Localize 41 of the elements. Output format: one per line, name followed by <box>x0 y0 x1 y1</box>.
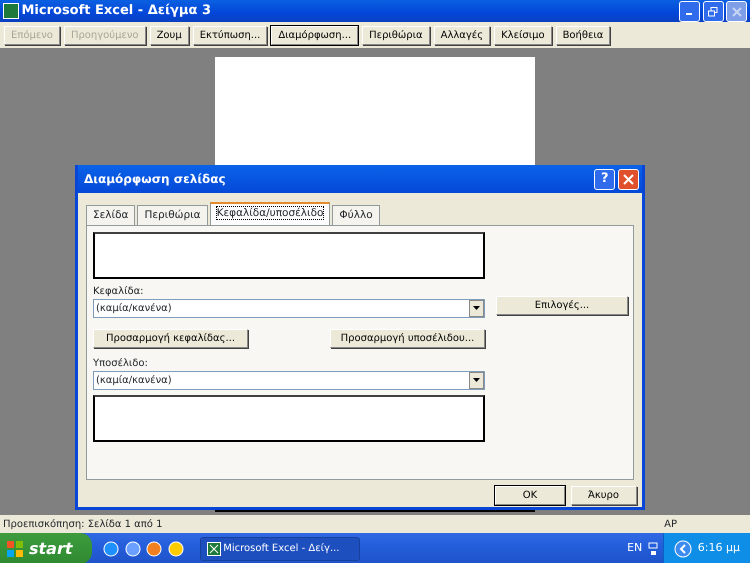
window-title: Microsoft Excel - Δείγμα 3 <box>22 2 212 20</box>
toolbar-button[interactable]: Ζουμ <box>150 26 189 44</box>
language-indicator[interactable]: EN <box>627 540 642 557</box>
restore-button[interactable] <box>702 0 724 22</box>
customize-header-button[interactable]: Προσαρμογή κεφαλίδας... <box>93 329 248 348</box>
windows-flag-icon <box>6 540 24 558</box>
tab[interactable]: Περιθώρια <box>137 205 208 225</box>
ok-button[interactable]: OK <box>495 486 565 504</box>
expand-tray-icon[interactable] <box>674 540 692 558</box>
options-button[interactable]: Επιλογές... <box>496 296 628 315</box>
tab[interactable]: Φύλλο <box>332 205 380 225</box>
taskbar-button[interactable]: Microsoft Excel - Δείγ... <box>200 536 360 560</box>
close-button[interactable] <box>618 168 639 190</box>
toolbar-button[interactable]: Αλλαγές <box>434 26 490 44</box>
restore-icon <box>708 6 718 17</box>
footer-label: Υποσέλιδο: <box>93 356 149 371</box>
tab[interactable]: Κεφαλίδα/υποσέλιδο <box>210 202 330 225</box>
clock: 6:16 μμ <box>698 540 740 556</box>
minimize-button[interactable] <box>678 0 700 22</box>
close-button[interactable] <box>726 0 748 22</box>
help-button[interactable]: ? <box>594 168 616 190</box>
toolbar-button[interactable]: Περιθώρια <box>362 26 430 44</box>
toolbar-button[interactable]: Κλείσιμο <box>494 26 552 44</box>
dialog-title: Διαμόρφωση σελίδας <box>84 171 227 188</box>
network-icon[interactable] <box>648 542 658 556</box>
tab[interactable]: Σελίδα <box>86 205 136 225</box>
footer-dropdown[interactable]: (καμία/κανένα) <box>93 370 485 390</box>
app-icon <box>2 3 19 19</box>
status-text: Προεπισκόπηση: Σελίδα 1 από 1 <box>3 518 162 532</box>
cancel-button[interactable]: Άκυρο <box>570 486 636 504</box>
toolbar-button[interactable]: Διαμόρφωση... <box>271 26 358 44</box>
toolbar-button[interactable]: Βοήθεια <box>556 26 610 44</box>
spreadsheet-icon <box>206 542 220 556</box>
toolbar-button[interactable]: Εκτύπωση... <box>192 26 268 44</box>
status-indicator: ΑΡ <box>664 518 677 532</box>
header-dropdown[interactable]: (καμία/κανένα) <box>93 299 485 318</box>
close-icon <box>732 6 742 17</box>
close-icon <box>623 174 634 186</box>
customize-footer-button[interactable]: Προσαρμογή υποσέλιδου... <box>330 329 485 348</box>
header-label: Κεφαλίδα: <box>93 285 145 299</box>
start-button[interactable]: start <box>0 533 92 563</box>
